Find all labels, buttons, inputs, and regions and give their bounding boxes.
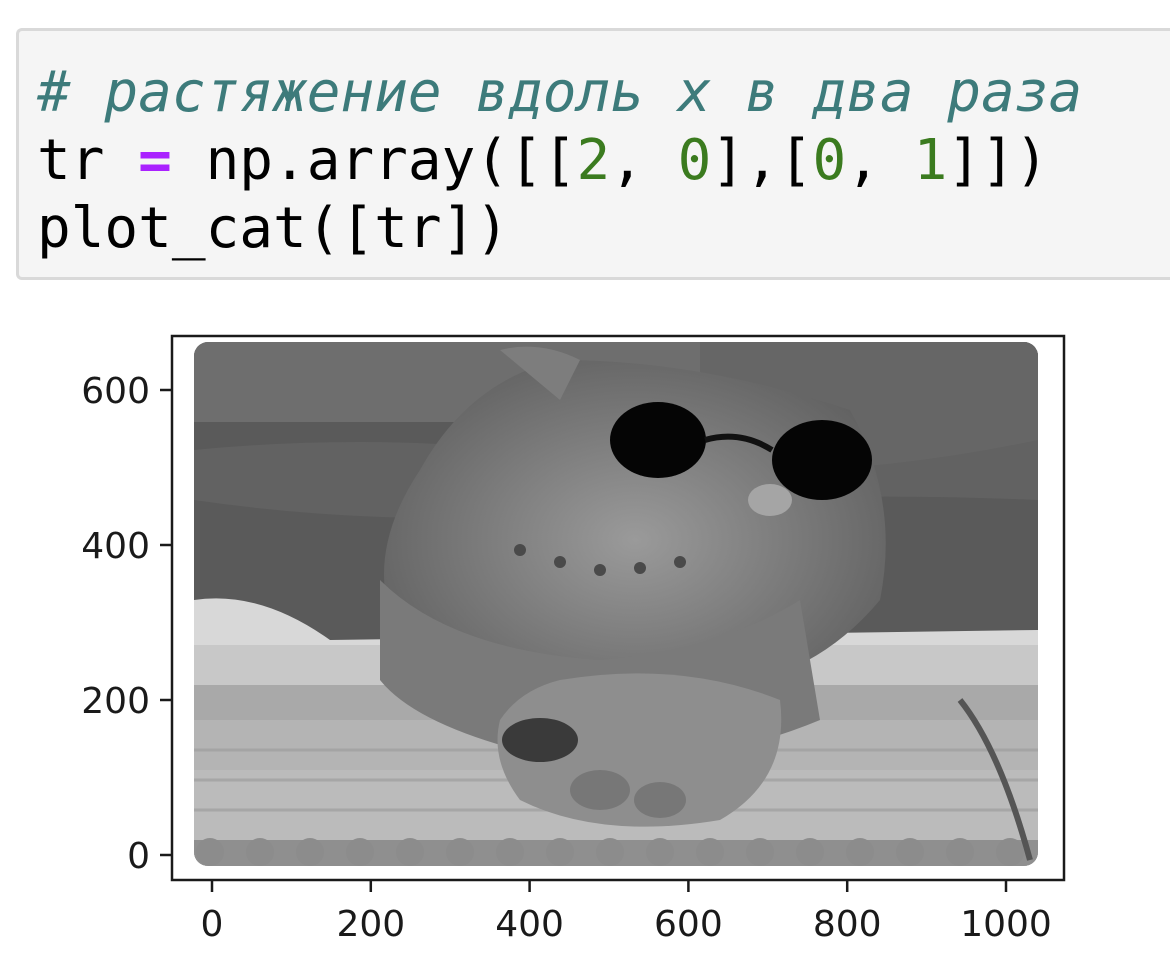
code-line-3: plot_cat([tr]) xyxy=(37,195,1170,263)
code-token-plain: tr xyxy=(37,128,139,193)
code-token-num: 2 xyxy=(576,128,611,193)
x-tick-label: 400 xyxy=(495,904,564,945)
x-tick-label: 1000 xyxy=(960,904,1052,945)
code-line-2: tr = np.array([[2, 0],[0, 1]]) xyxy=(37,127,1170,195)
y-tick-label: 400 xyxy=(81,526,150,567)
x-axis: 0 200 400 600 800 1000 xyxy=(201,880,1052,945)
code-token-num: 1 xyxy=(913,128,948,193)
y-axis: 0 200 400 600 xyxy=(81,371,172,877)
x-tick-label: 800 xyxy=(813,904,882,945)
x-tick-label: 600 xyxy=(654,904,723,945)
code-token-plain: np.array([[ xyxy=(171,128,577,193)
code-token-plain: , xyxy=(846,128,914,193)
code-line-1: # растяжение вдоль x в два раза xyxy=(37,59,1170,127)
code-token-comment: # растяжение вдоль x в два раза xyxy=(37,60,1083,125)
y-tick-label: 0 xyxy=(127,836,150,877)
y-tick-label: 600 xyxy=(81,371,150,412)
y-tick-label: 200 xyxy=(81,681,150,722)
code-cell[interactable]: # растяжение вдоль x в два раза tr = np.… xyxy=(16,28,1170,280)
code-token-op: = xyxy=(138,128,172,193)
output-figure: 0 200 400 600 800 1000 0 200 400 600 xyxy=(0,300,1170,980)
code-token-plain: , xyxy=(610,128,678,193)
code-token-plain: plot_cat([tr]) xyxy=(37,196,510,261)
code-token-plain: ],[ xyxy=(711,128,813,193)
code-token-num: 0 xyxy=(677,128,712,193)
cat-image xyxy=(194,342,1038,866)
x-tick-label: 0 xyxy=(201,904,224,945)
plot-svg: 0 200 400 600 800 1000 0 200 400 600 xyxy=(81,334,1066,945)
x-tick-label: 200 xyxy=(336,904,405,945)
code-token-num: 0 xyxy=(812,128,847,193)
code-token-plain: ]]) xyxy=(947,128,1049,193)
